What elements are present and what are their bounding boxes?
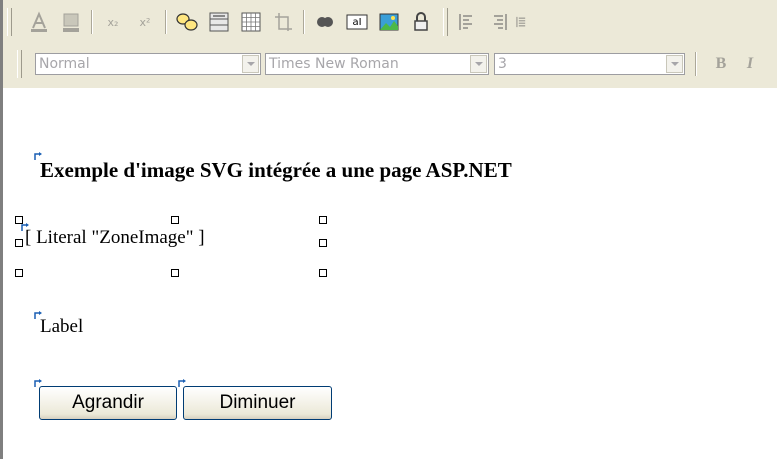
font-size-value: 3	[498, 56, 507, 72]
chevron-down-icon[interactable]	[242, 55, 259, 73]
resize-handle[interactable]	[319, 269, 327, 277]
resize-handle[interactable]	[171, 216, 179, 224]
resize-handle[interactable]	[15, 239, 23, 247]
toolbar-separator	[695, 52, 697, 76]
resize-handle[interactable]	[171, 269, 179, 277]
lock-icon[interactable]	[407, 8, 435, 36]
absolute-position-icon[interactable]	[269, 8, 297, 36]
properties-icon[interactable]	[173, 8, 201, 36]
align-left-icon[interactable]	[453, 8, 481, 36]
insert-table-icon[interactable]	[205, 8, 233, 36]
shrink-button[interactable]: Diminuer	[183, 386, 332, 420]
font-name-value: Times New Roman	[269, 56, 399, 72]
label-control[interactable]: Label	[40, 316, 83, 338]
highlight-color-icon[interactable]	[57, 8, 85, 36]
chevron-down-icon[interactable]	[666, 55, 683, 73]
page-heading[interactable]: Exemple d'image SVG intégrée a une page …	[40, 158, 512, 183]
font-color-icon[interactable]	[25, 8, 53, 36]
font-size-select[interactable]: 3	[494, 53, 685, 75]
insert-image-icon[interactable]	[375, 8, 403, 36]
enlarge-button[interactable]: Agrandir	[39, 386, 177, 420]
toolbar-grip[interactable]	[17, 50, 22, 78]
formatting-toolbar-row-1: x₂ x² aI	[3, 2, 777, 41]
block-format-select[interactable]: Normal	[35, 53, 261, 75]
formatting-toolbar-row-2: Normal Times New Roman 3 B I	[3, 44, 777, 83]
table-grid-icon[interactable]	[237, 8, 265, 36]
editor-toolbars: x₂ x² aI Normal Times New Roman 3 B I	[0, 0, 777, 88]
superscript-icon[interactable]: x²	[131, 8, 159, 36]
bold-icon[interactable]: B	[707, 50, 735, 78]
toolbar-separator	[303, 10, 305, 34]
toolbar-separator	[165, 10, 167, 34]
block-format-value: Normal	[39, 56, 90, 72]
italic-icon[interactable]: I	[737, 50, 763, 78]
literal-control[interactable]: [ Literal "ZoneImage" ]	[25, 227, 205, 249]
resize-handle[interactable]	[15, 269, 23, 277]
resize-handle[interactable]	[319, 239, 327, 247]
toolbar-grip[interactable]	[443, 8, 448, 36]
align-right-icon[interactable]	[485, 8, 513, 36]
font-name-select[interactable]: Times New Roman	[265, 53, 489, 75]
resize-handle[interactable]	[319, 216, 327, 224]
toolbar-grip[interactable]	[7, 8, 12, 36]
design-surface[interactable]: Exemple d'image SVG intégrée a une page …	[0, 88, 777, 459]
insert-bookmark-icon[interactable]	[311, 8, 339, 36]
toolbar-separator	[91, 10, 93, 34]
justify-icon[interactable]	[515, 8, 529, 36]
chevron-down-icon[interactable]	[470, 55, 487, 73]
subscript-icon[interactable]: x₂	[99, 8, 127, 36]
insert-form-field-icon[interactable]: aI	[343, 8, 371, 36]
